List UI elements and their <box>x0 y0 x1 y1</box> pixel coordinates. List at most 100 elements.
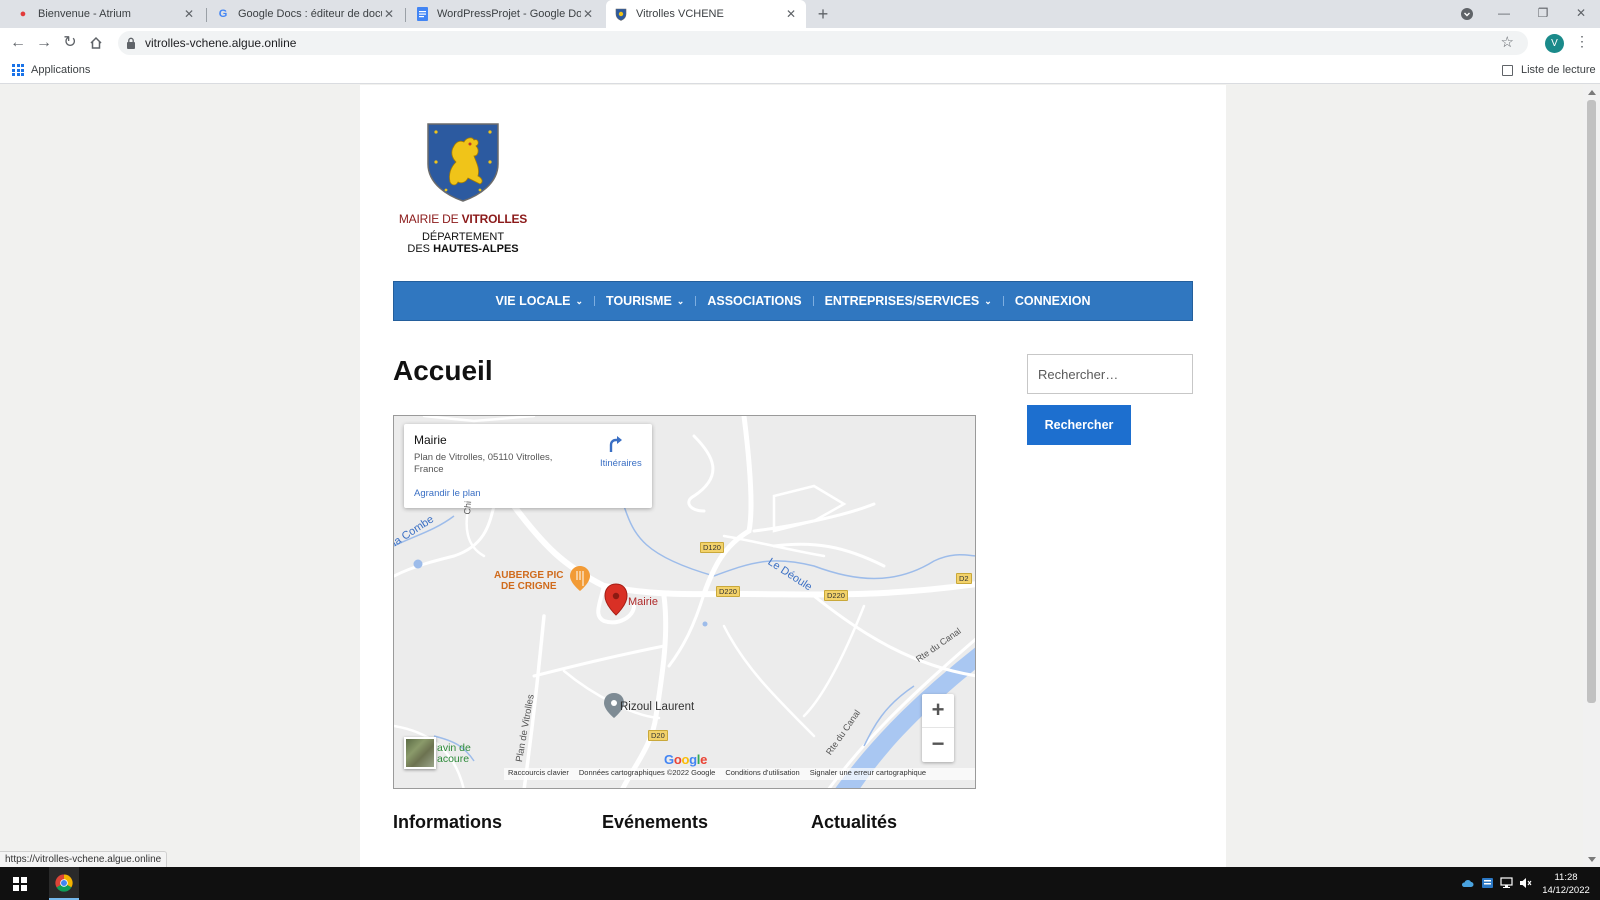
tab-search-icon[interactable] <box>1448 0 1486 28</box>
back-button[interactable]: ← <box>6 31 30 55</box>
home-button[interactable] <box>84 31 108 55</box>
zoom-in-button[interactable]: + <box>922 694 954 728</box>
coat-of-arms-icon <box>427 123 499 202</box>
app-tray-icon[interactable] <box>1481 877 1494 889</box>
bookmark-star-icon[interactable]: ☆ <box>1501 33 1514 51</box>
nav-vie-locale[interactable]: VIE LOCALE ⌄ <box>484 294 594 308</box>
map-label-chemin: Chi <box>462 500 474 515</box>
clock-date: 14/12/2022 <box>1542 885 1590 896</box>
url-text: vitrolles-vchene.algue.online <box>145 36 297 50</box>
zoom-out-button[interactable]: − <box>922 728 954 762</box>
cloud-sync-icon[interactable] <box>1461 877 1474 889</box>
directions-icon[interactable] <box>607 435 623 453</box>
nav-associations[interactable]: ASSOCIATIONS <box>696 294 812 308</box>
chevron-down-icon: ⌄ <box>575 295 584 306</box>
windows-taskbar: 11:28 14/12/2022 <box>0 867 1600 900</box>
google-icon: G <box>218 8 228 20</box>
browser-toolbar: ← → ↻ vitrolles-vchene.algue.online ☆ V … <box>0 28 1600 58</box>
logo-department-name: DES HAUTES-ALPES <box>407 243 519 255</box>
docs-icon <box>415 7 429 21</box>
windows-start-icon[interactable] <box>13 877 27 891</box>
scroll-thumb[interactable] <box>1587 100 1596 703</box>
volume-muted-icon[interactable] <box>1519 877 1532 889</box>
section-informations: Informations <box>393 812 503 832</box>
chevron-down-icon: ⌄ <box>984 295 992 306</box>
restore-button[interactable]: ❐ <box>1524 0 1562 28</box>
road-badge: D220 <box>716 586 740 597</box>
satellite-toggle[interactable] <box>404 737 436 769</box>
new-tab-button[interactable]: + <box>812 3 834 25</box>
map-data-credit: Données cartographiques ©2022 Google <box>578 768 716 777</box>
directions-link[interactable]: Itinéraires <box>600 458 642 469</box>
apps-grid-icon[interactable] <box>12 64 24 76</box>
page-viewport: MAIRIE DE VITROLLES DÉPARTEMENT DES HAUT… <box>0 85 1583 867</box>
tab-atrium[interactable]: ● Bienvenue - Atrium ✕ <box>8 0 204 28</box>
clock-time: 11:28 <box>1554 872 1578 883</box>
road-badge: D20 <box>648 730 668 741</box>
minimize-button[interactable]: — <box>1485 0 1523 28</box>
main-navigation: VIE LOCALE ⌄ TOURISME ⌄ ASSOCIATIONS ENTRE… <box>393 281 1193 321</box>
road-badge: D120 <box>700 542 724 553</box>
atrium-icon: ● <box>19 8 27 20</box>
scroll-up-arrow-icon[interactable] <box>1588 90 1596 95</box>
page-scrollbar[interactable] <box>1583 85 1600 867</box>
chrome-taskbar-button[interactable] <box>49 867 79 900</box>
keyboard-shortcuts-link[interactable]: Raccourcis clavier <box>508 768 569 780</box>
section-actualites: Actualités <box>811 812 898 832</box>
tab-divider <box>405 8 406 22</box>
scroll-down-arrow-icon[interactable] <box>1588 857 1596 862</box>
tab-title: Vitrolles VCHENE <box>636 8 724 20</box>
map-label-rizoul[interactable]: Rizoul Laurent <box>620 701 694 713</box>
close-icon[interactable]: ✕ <box>182 7 196 21</box>
close-icon[interactable]: ✕ <box>382 7 396 21</box>
apps-bookmark[interactable]: Applications <box>31 64 90 76</box>
tab-title: WordPressProjet - Google Docs <box>437 8 581 20</box>
system-clock[interactable]: 11:28 14/12/2022 <box>1538 871 1594 897</box>
road-badge: D2 <box>956 573 972 584</box>
chevron-down-icon: ⌄ <box>676 295 685 306</box>
network-icon[interactable] <box>1500 877 1513 889</box>
chrome-icon <box>55 874 73 892</box>
menu-icon[interactable]: ⋮ <box>1575 33 1589 50</box>
profile-avatar[interactable]: V <box>1545 34 1564 53</box>
tab-title: Bienvenue - Atrium <box>38 8 131 20</box>
page-title: Accueil <box>393 355 493 386</box>
tab-google-docs[interactable]: G Google Docs : éditeur de docume ✕ <box>208 0 404 28</box>
reading-list-button[interactable]: Liste de lecture <box>1521 64 1596 76</box>
map-label-ravin: avin de acoure <box>437 742 471 765</box>
link-status-bar: https://vitrolles-vchene.algue.online <box>0 851 168 867</box>
reading-list-icon[interactable] <box>1502 65 1513 76</box>
reload-button[interactable]: ↻ <box>58 31 82 55</box>
tab-divider <box>206 8 207 22</box>
tab-vitrolles[interactable]: Vitrolles VCHENE ✕ <box>606 0 806 28</box>
road-badge: D220 <box>824 590 848 601</box>
close-icon[interactable]: ✕ <box>784 7 798 21</box>
site-logo[interactable]: MAIRIE DE VITROLLES DÉPARTEMENT DES HAUT… <box>398 122 528 255</box>
zoom-controls: + − <box>922 694 954 762</box>
map-label-auberge[interactable]: AUBERGE PIC DE CRIGNE <box>494 570 563 592</box>
google-logo: Google <box>664 752 708 767</box>
search-input[interactable] <box>1027 354 1193 394</box>
terms-link[interactable]: Conditions d'utilisation <box>725 768 799 780</box>
place-name: Mairie <box>414 433 447 447</box>
close-window-button[interactable]: ✕ <box>1562 0 1600 28</box>
nav-tourisme[interactable]: TOURISME ⌄ <box>595 294 695 308</box>
logo-department-text: DÉPARTEMENT <box>421 231 505 243</box>
shield-icon <box>614 7 628 21</box>
tab-strip: ● Bienvenue - Atrium ✕ G Google Docs : é… <box>0 0 1600 28</box>
nav-entreprises-services[interactable]: ENTREPRISES/SERVICES ⌄ <box>814 294 1003 308</box>
logo-mairie-text: MAIRIE DE VITROLLES <box>398 212 528 226</box>
address-bar[interactable]: vitrolles-vchene.algue.online ☆ <box>118 31 1528 55</box>
search-button[interactable]: Rechercher <box>1027 405 1131 445</box>
map-footer: Raccourcis clavier Données cartographiqu… <box>504 768 975 780</box>
place-address: Plan de Vitrolles, 05110 Vitrolles, Fran… <box>414 452 553 475</box>
nav-connexion[interactable]: CONNEXION <box>1004 294 1102 308</box>
close-icon[interactable]: ✕ <box>581 7 595 21</box>
map-label-mairie[interactable]: Mairie <box>628 596 658 608</box>
tab-wordpress-doc[interactable]: WordPressProjet - Google Docs ✕ <box>407 0 603 28</box>
report-error-link[interactable]: Signaler une erreur cartographique <box>810 768 926 780</box>
bookmarks-bar: Applications Liste de lecture <box>0 58 1600 84</box>
forward-button[interactable]: → <box>32 31 56 55</box>
embedded-map[interactable]: Mairie Plan de Vitrolles, 05110 Vitrolle… <box>393 415 976 789</box>
enlarge-map-link[interactable]: Agrandir le plan <box>414 488 481 499</box>
